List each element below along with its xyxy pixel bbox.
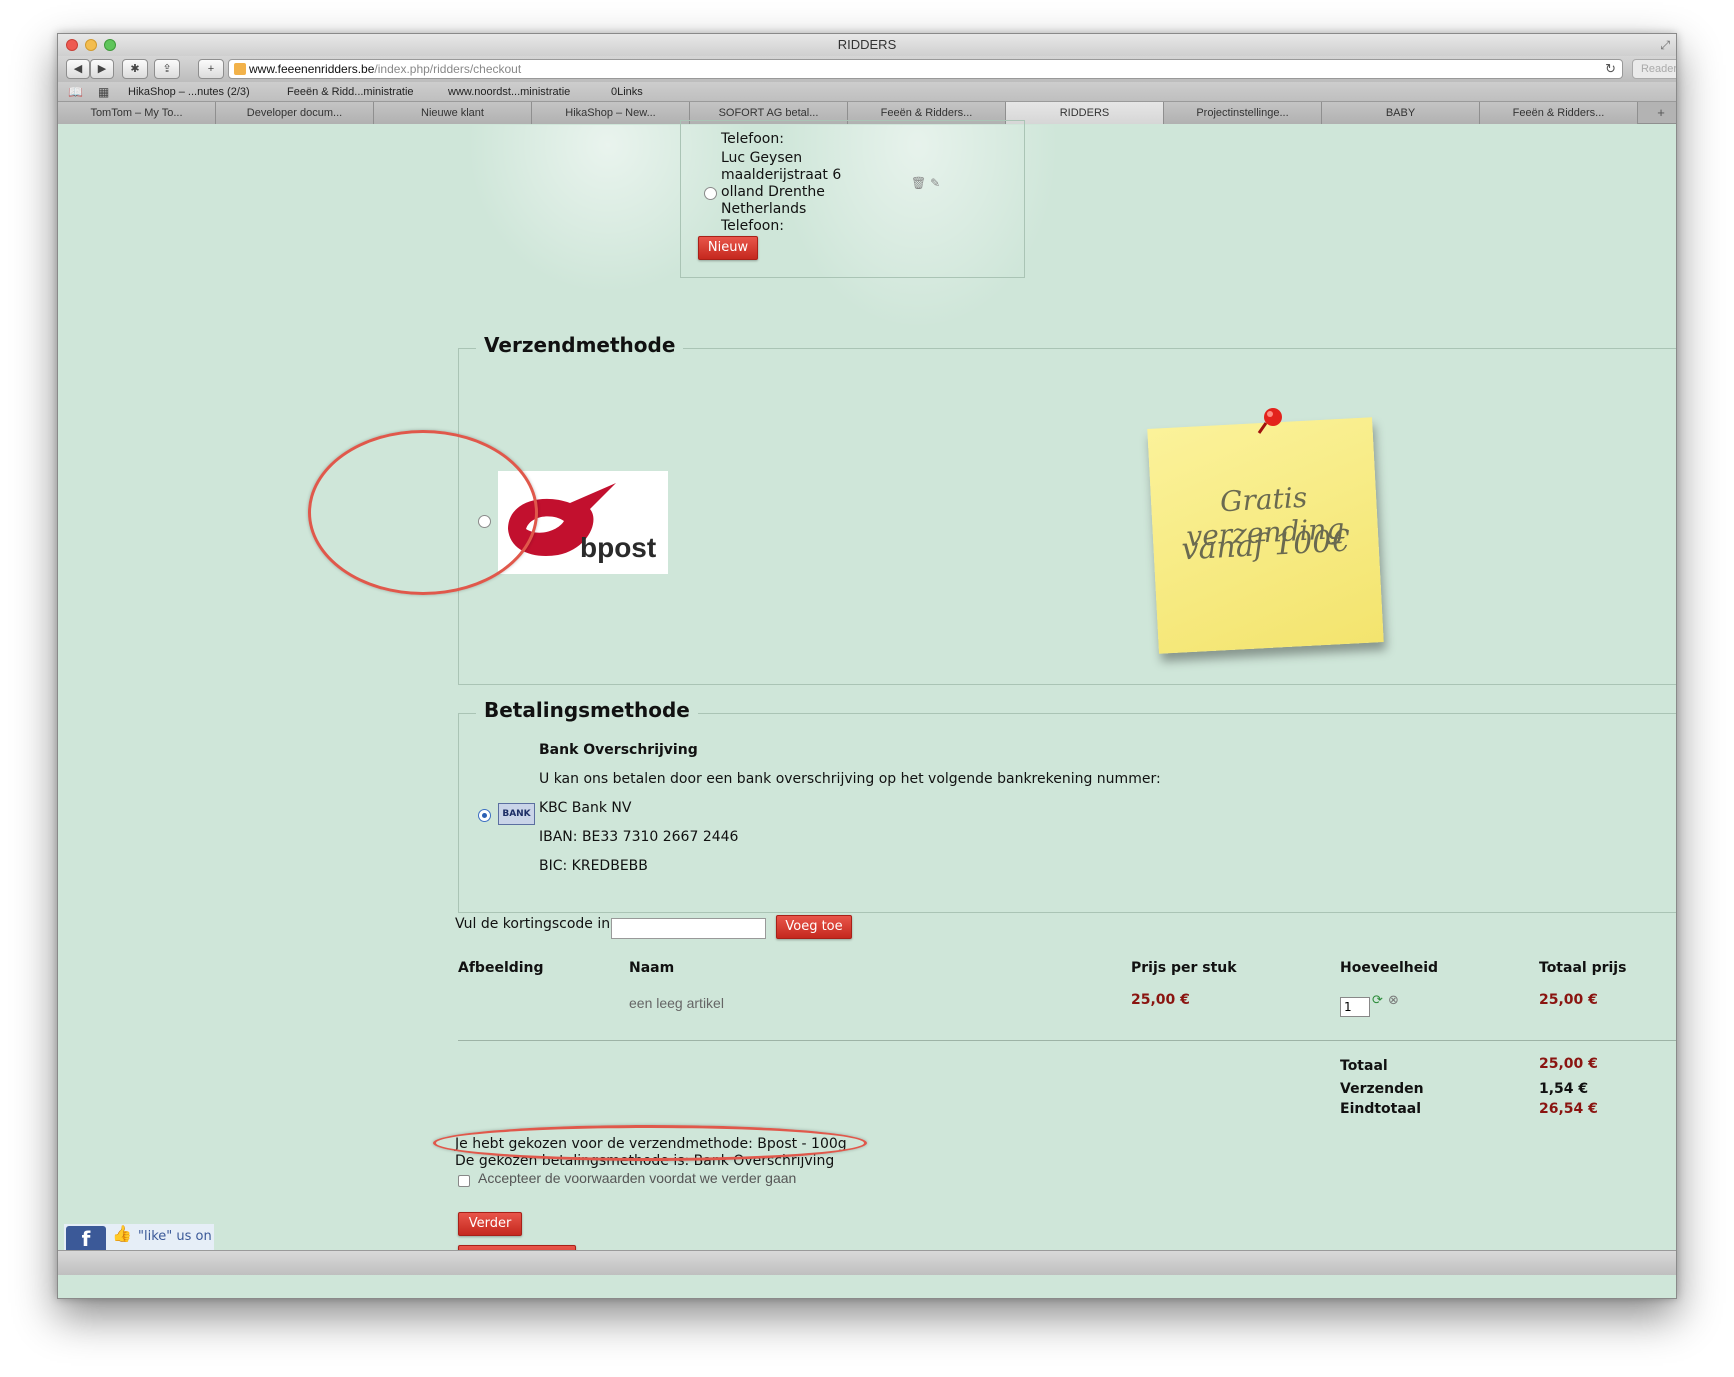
tab-item[interactable]: Feeën & Ridders... [1480, 102, 1638, 124]
back-arrow-icon: ◀ [73, 63, 83, 75]
thumbs-up-icon: 👍 [112, 1224, 132, 1243]
address-line: maalderijstraat 6 [721, 167, 842, 183]
title-bar: RIDDERS ⤢ [58, 34, 1676, 56]
grand-total-value: 26,54 € [1539, 1101, 1598, 1117]
cart-item-name[interactable]: een leeg artikel [629, 995, 724, 1011]
shipping-legend: Verzendmethode [476, 333, 684, 357]
cart-item-total: 25,00 € [1539, 992, 1598, 1008]
bank-bic: BIC: KREDBEBB [539, 858, 648, 874]
site-favicon-icon [234, 63, 246, 75]
column-header-quantity: Hoeveelheid [1340, 960, 1439, 976]
plus-icon: + [207, 63, 215, 75]
remove-icon[interactable]: ⊗ [1388, 993, 1399, 1008]
next-button[interactable]: Verder [458, 1212, 522, 1236]
column-header-total: Totaal prijs [1539, 960, 1627, 976]
total-label: Totaal [1340, 1058, 1388, 1074]
total-value: 25,00 € [1539, 1056, 1598, 1072]
bookmark-item[interactable]: HikaShop – ...nutes (2/3) [128, 82, 250, 102]
url-path: /index.php/ridders/checkout [374, 62, 522, 76]
reading-list-icon[interactable]: 📖 [68, 82, 83, 102]
bank-icon: BANK [498, 803, 535, 825]
payment-description: U kan ons betalen door een bank overschr… [539, 771, 1161, 787]
grand-total-label: Eindtotaal [1340, 1101, 1422, 1117]
shipping-cost-label: Verzenden [1340, 1081, 1424, 1097]
facebook-like-widget[interactable]: f 👍 "like" us on [64, 1224, 214, 1251]
terms-label: Accepteer de voorwaarden voordat we verd… [478, 1170, 797, 1186]
share-icon: ⇪ [162, 63, 172, 75]
facebook-like-text: "like" us on [138, 1229, 212, 1244]
refresh-icon[interactable]: ⟳ [1372, 993, 1383, 1008]
minimize-window-button[interactable] [85, 39, 97, 51]
address-line: olland Drenthe [721, 184, 825, 200]
page-content: Telefoon: Luc Geysen maalderijstraat 6 o… [58, 120, 1676, 1275]
delete-icon[interactable]: 🗑 [911, 176, 926, 190]
browser-window: RIDDERS ⤢ ◀ ▶ ✱ ⇪ + www.feeenenridders.b… [57, 33, 1677, 1299]
payment-radio-bank[interactable] [478, 809, 491, 822]
facebook-icon: f [66, 1226, 106, 1251]
bookmark-item[interactable]: Feeën & Ridd...ministratie [287, 82, 414, 102]
payment-method-title: Bank Overschrijving [539, 742, 698, 758]
column-header-image: Afbeelding [458, 960, 544, 976]
status-bar [58, 1250, 1676, 1275]
bpost-logo-text: bpost [580, 532, 656, 563]
forward-arrow-icon: ▶ [97, 63, 107, 75]
gear-icon: ✱ [130, 63, 140, 75]
bookmark-item[interactable]: www.noordst...ministratie [448, 82, 570, 102]
bank-name: KBC Bank NV [539, 800, 632, 816]
address-bar[interactable]: www.feeenenridders.be/index.php/ridders/… [228, 59, 1623, 79]
forward-button[interactable]: ▶ [90, 59, 114, 79]
payment-legend: Betalingsmethode [476, 698, 698, 722]
close-window-button[interactable] [66, 39, 78, 51]
coupon-label: Vul de kortingscode in [455, 916, 611, 932]
url-domain: www.feeenenridders.be [249, 62, 375, 76]
terms-checkbox[interactable] [458, 1175, 470, 1187]
reload-icon[interactable]: ↻ [1605, 60, 1616, 78]
address-line: Telefoon: [721, 218, 784, 234]
fullscreen-icon[interactable]: ⤢ [1660, 38, 1670, 53]
cart-item-unit-price: 25,00 € [1131, 992, 1190, 1008]
annotation-circle-summary [433, 1125, 867, 1161]
coupon-input[interactable] [611, 918, 766, 939]
tab-item-active[interactable]: RIDDERS [1006, 102, 1164, 124]
zoom-window-button[interactable] [104, 39, 116, 51]
address-actions: 🗑 ✎ [911, 176, 940, 190]
column-header-name: Naam [629, 960, 675, 976]
tab-item[interactable]: BABY [1322, 102, 1480, 124]
extensions-button[interactable]: ✱ [122, 59, 148, 79]
tab-item[interactable]: TomTom – My To... [58, 102, 216, 124]
edit-icon[interactable]: ✎ [930, 176, 940, 190]
shipping-cost-value: 1,54 € [1539, 1081, 1589, 1097]
top-sites-grid-icon[interactable]: ▦ [98, 82, 109, 102]
tab-item[interactable]: Projectinstellinge... [1164, 102, 1322, 124]
tab-item[interactable]: HikaShop – New... [532, 102, 690, 124]
back-button[interactable]: ◀ [66, 59, 90, 79]
address-list: Telefoon: Luc Geysen maalderijstraat 6 o… [680, 120, 1025, 278]
new-tab-button[interactable]: + [1646, 102, 1676, 124]
pushpin-icon [1257, 408, 1282, 434]
address-line: Netherlands [721, 201, 807, 217]
address-phone-line: Telefoon: [721, 131, 784, 147]
browser-toolbar: ◀ ▶ ✱ ⇪ + www.feeenenridders.be/index.ph… [58, 56, 1676, 82]
address-line: Luc Geysen [721, 150, 803, 166]
new-address-button[interactable]: Nieuw [698, 236, 758, 260]
window-title: RIDDERS [837, 37, 897, 52]
bookmark-item[interactable]: 0Links [611, 82, 643, 102]
tab-item[interactable]: Developer docum... [216, 102, 374, 124]
cart-divider [458, 1040, 1676, 1041]
add-coupon-button[interactable]: Voeg toe [776, 915, 852, 939]
tab-item[interactable]: Nieuwe klant [374, 102, 532, 124]
add-bookmark-button[interactable]: + [198, 59, 224, 79]
quantity-input[interactable]: 1 [1340, 997, 1370, 1017]
column-header-unit-price: Prijs per stuk [1131, 960, 1237, 976]
reader-button[interactable]: Reader [1632, 59, 1676, 79]
bank-iban: IBAN: BE33 7310 2667 2446 [539, 829, 739, 845]
address-radio[interactable] [704, 187, 717, 200]
plus-icon: + [1657, 105, 1665, 120]
address-text: Telefoon: Luc Geysen maalderijstraat 6 o… [721, 131, 841, 235]
bookmarks-bar: 📖 ▦ HikaShop – ...nutes (2/3) Feeën & Ri… [58, 82, 1676, 102]
free-shipping-sticky-note: Gratis verzending vanaf 100€ [1147, 417, 1384, 654]
annotation-circle-shipping [308, 430, 538, 595]
share-button[interactable]: ⇪ [154, 59, 180, 79]
